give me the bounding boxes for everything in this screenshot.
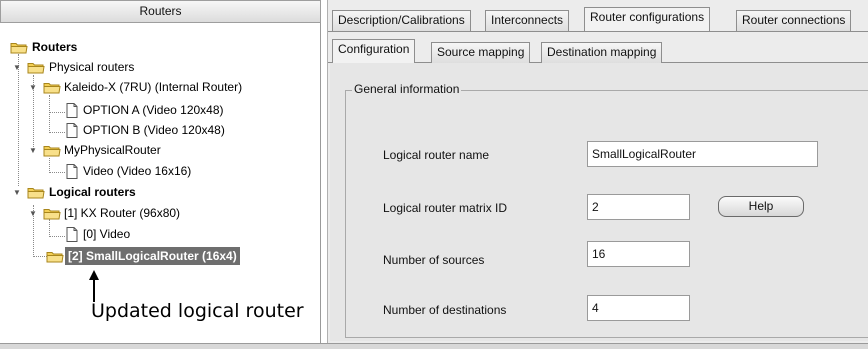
tree-connector (33, 256, 47, 257)
tree-item-option-a[interactable]: OPTION A (Video 120x48) (66, 101, 316, 120)
expand-toggle-icon[interactable]: ▼ (29, 147, 38, 155)
document-icon (66, 123, 78, 138)
tree-item-label: OPTION B (Video 120x48) (83, 123, 225, 137)
window-bottom-border (0, 343, 868, 349)
tree-item-label: Logical routers (49, 185, 136, 199)
tab-description-calibrations[interactable]: Description/Calibrations (332, 10, 471, 31)
tree-item-label-selected: [2] SmallLogicalRouter (16x4) (65, 247, 240, 265)
expand-toggle-icon[interactable]: ▼ (29, 210, 38, 218)
annotation-arrow-stem (93, 277, 95, 302)
folder-icon (43, 144, 61, 157)
tab-strip-divider (328, 31, 868, 32)
tree-item-option-b[interactable]: OPTION B (Video 120x48) (66, 121, 316, 140)
tree-connector (49, 112, 65, 113)
document-icon (66, 227, 78, 242)
expand-toggle-icon[interactable]: ▼ (29, 84, 38, 92)
folder-icon (27, 186, 45, 199)
folder-icon (46, 250, 64, 263)
tree-item-label: OPTION A (Video 120x48) (83, 103, 224, 117)
tree-item-routers-root[interactable]: Routers (10, 38, 310, 57)
folder-icon (43, 207, 61, 220)
router-details-panel: Description/Calibrations Interconnects R… (327, 0, 868, 343)
subtab-destination-mapping[interactable]: Destination mapping (541, 42, 663, 63)
tree-connector (49, 95, 50, 133)
folder-icon (10, 41, 28, 54)
tree-item-logical-routers[interactable]: ▼ Logical routers (13, 183, 313, 202)
tree-connector (49, 132, 65, 133)
tree-item-label: Video (Video 16x16) (83, 164, 192, 178)
document-icon (66, 103, 78, 118)
number-of-destinations-label: Number of destinations (383, 303, 507, 317)
tree-item-label: [0] Video (83, 227, 131, 241)
tree-connector (49, 158, 50, 173)
expand-toggle-icon[interactable]: ▼ (13, 64, 22, 72)
document-icon (66, 164, 78, 179)
tree-item-myphysicalrouter[interactable]: ▼ MyPhysicalRouter (29, 141, 309, 160)
tree-item-label: [1] KX Router (96x80) (64, 206, 181, 220)
folder-icon (43, 81, 61, 94)
tree-item-physical-routers[interactable]: ▼ Physical routers (13, 58, 313, 77)
tree-item-video[interactable]: Video (Video 16x16) (66, 162, 316, 181)
tree-item-label: Kaleido-X (7RU) (Internal Router) (64, 80, 243, 94)
routers-panel-header: Routers (0, 0, 321, 23)
help-button[interactable]: Help (718, 196, 804, 217)
tree-item-label: Physical routers (49, 60, 135, 74)
routers-panel: Routers Routers ▼ Physical routers ▼ Kal… (0, 0, 321, 343)
tree-item-small-logical-router[interactable]: [2] SmallLogicalRouter (16x4) (46, 247, 316, 266)
number-of-sources-label: Number of sources (383, 253, 485, 267)
tree-connector (49, 172, 65, 173)
tree-item-kx-router[interactable]: ▼ [1] KX Router (96x80) (29, 204, 309, 223)
expand-toggle-icon[interactable]: ▼ (13, 189, 22, 197)
number-of-destinations-input[interactable]: 4 (587, 295, 690, 321)
logical-router-matrix-id-input[interactable]: 2 (587, 194, 690, 220)
folder-icon (27, 61, 45, 74)
tab-router-connections[interactable]: Router connections (736, 10, 852, 31)
logical-router-name-label: Logical router name (383, 148, 490, 162)
group-title: General information (352, 82, 462, 96)
subtab-configuration[interactable]: Configuration (332, 39, 416, 63)
tree-item-label: MyPhysicalRouter (64, 143, 161, 157)
number-of-sources-input[interactable]: 16 (587, 241, 690, 267)
subtab-source-mapping[interactable]: Source mapping (431, 42, 531, 63)
tree-item-kaleido-x[interactable]: ▼ Kaleido-X (7RU) (Internal Router) (29, 78, 319, 97)
tree-item-kx-video[interactable]: [0] Video (66, 225, 316, 244)
logical-router-matrix-id-label: Logical router matrix ID (383, 201, 508, 215)
logical-router-name-input[interactable]: SmallLogicalRouter (587, 141, 818, 167)
tab-router-configurations[interactable]: Router configurations (584, 7, 711, 31)
tab-interconnects[interactable]: Interconnects (485, 10, 570, 31)
annotation-callout: Updated logical router (91, 300, 304, 322)
tree-connector (49, 236, 65, 237)
tree-item-label: Routers (32, 40, 78, 54)
